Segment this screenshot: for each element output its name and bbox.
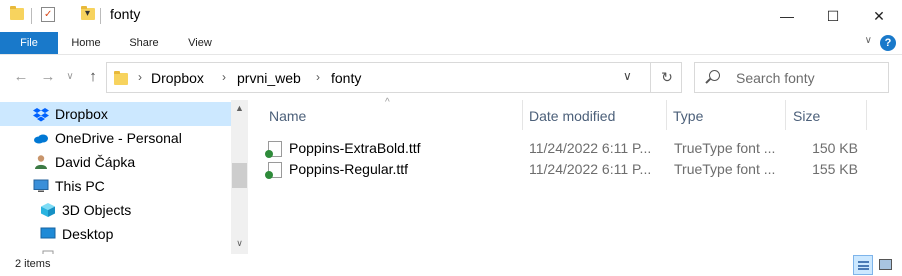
close-button[interactable]: ✕ xyxy=(856,0,902,32)
font-file-icon xyxy=(265,162,282,179)
tab-share[interactable]: Share xyxy=(120,32,168,54)
computer-icon xyxy=(33,178,49,194)
nav-scrollbar[interactable]: ▲ ∨ xyxy=(231,100,248,254)
search-box[interactable]: Search fonty xyxy=(694,62,889,93)
nav-item-3d-objects[interactable]: 3D Objects xyxy=(0,198,231,222)
nav-item-label: 3D Objects xyxy=(62,202,132,218)
onedrive-icon xyxy=(33,130,49,146)
column-divider[interactable] xyxy=(522,100,523,130)
breadcrumb-prvni-web[interactable]: prvni_web xyxy=(237,70,301,86)
item-count: 2 items xyxy=(15,258,51,270)
scroll-down-icon[interactable]: ∨ xyxy=(231,235,248,252)
navigation-pane: Dropbox OneDrive - Personal David Čápka … xyxy=(0,100,248,254)
breadcrumb-dropbox[interactable]: Dropbox xyxy=(151,70,204,86)
file-name[interactable]: Poppins-Regular.ttf xyxy=(289,161,408,177)
column-divider[interactable] xyxy=(866,100,867,130)
maximize-button[interactable]: ☐ xyxy=(810,0,856,32)
user-icon xyxy=(33,154,49,170)
ribbon: File Home Share View ∨ ? xyxy=(0,32,902,55)
breadcrumb-fonty[interactable]: fonty xyxy=(331,70,361,86)
scroll-thumb[interactable] xyxy=(232,163,247,188)
properties-icon[interactable]: ✓ xyxy=(41,7,55,22)
forward-button[interactable]: → xyxy=(38,66,58,88)
nav-item-this-pc[interactable]: This PC xyxy=(0,174,231,198)
desktop-icon xyxy=(40,226,56,242)
up-arrow-icon: ↑ xyxy=(89,68,97,85)
file-date: 11/24/2022 6:11 P... xyxy=(529,140,652,156)
chevron-down-icon: ▾ xyxy=(85,8,91,19)
table-row[interactable]: Poppins-Regular.ttf 11/24/2022 6:11 P...… xyxy=(264,160,884,180)
column-header-type[interactable]: Type xyxy=(673,108,703,124)
nav-item-partial[interactable] xyxy=(0,246,231,254)
refresh-button[interactable]: ↻ xyxy=(650,63,683,92)
search-icon xyxy=(709,70,720,81)
expand-ribbon-icon[interactable]: ∨ xyxy=(865,35,872,46)
dropbox-icon xyxy=(33,106,49,122)
sort-ascending-icon: ^ xyxy=(385,97,390,108)
chevron-down-icon: ∨ xyxy=(66,71,74,82)
up-button[interactable]: ↑ xyxy=(83,66,103,88)
nav-item-dropbox[interactable]: Dropbox xyxy=(0,102,231,126)
breadcrumb-separator: › xyxy=(138,70,142,84)
search-input[interactable]: Search fonty xyxy=(736,70,815,86)
file-name[interactable]: Poppins-ExtraBold.ttf xyxy=(289,140,421,156)
tab-home[interactable]: Home xyxy=(62,32,110,54)
folder-icon xyxy=(10,6,24,20)
column-divider[interactable] xyxy=(666,100,667,130)
address-bar[interactable]: › Dropbox › prvni_web › fonty ∨ ↻ xyxy=(106,62,682,93)
nav-item-label: OneDrive - Personal xyxy=(55,130,182,146)
details-view-icon xyxy=(858,261,869,270)
divider xyxy=(100,8,101,24)
cube-icon xyxy=(40,202,56,218)
folder-icon xyxy=(114,71,128,85)
status-bar: 2 items xyxy=(0,254,902,276)
refresh-icon: ↻ xyxy=(661,69,673,85)
font-file-icon xyxy=(265,141,282,158)
minimize-icon: — xyxy=(780,8,794,24)
forward-arrow-icon: → xyxy=(40,68,56,85)
nav-item-onedrive[interactable]: OneDrive - Personal xyxy=(0,126,231,150)
nav-item-user[interactable]: David Čápka xyxy=(0,150,231,174)
breadcrumb-separator: › xyxy=(222,70,226,84)
column-header-date[interactable]: Date modified xyxy=(529,108,615,124)
quick-access-dropdown[interactable]: ▾ xyxy=(85,8,90,19)
nav-item-label: David Čápka xyxy=(55,154,136,170)
minimize-button[interactable]: — xyxy=(764,0,810,32)
back-button[interactable]: ← xyxy=(11,66,31,88)
table-row[interactable]: Poppins-ExtraBold.ttf 11/24/2022 6:11 P.… xyxy=(264,139,884,159)
nav-item-label: Dropbox xyxy=(55,106,108,122)
large-icons-view-icon xyxy=(879,259,892,270)
address-dropdown-icon[interactable]: ∨ xyxy=(623,69,632,83)
file-list: ^ Name Date modified Type Size Poppins-E… xyxy=(248,97,902,254)
nav-item-label: This PC xyxy=(55,178,105,194)
divider xyxy=(31,8,32,24)
file-type: TrueType font ... xyxy=(674,161,776,177)
tab-view[interactable]: View xyxy=(177,32,223,54)
file-size: 150 KB xyxy=(812,140,858,156)
details-view-button[interactable] xyxy=(853,255,873,275)
nav-item-label: Desktop xyxy=(62,226,114,242)
breadcrumb-separator: › xyxy=(316,70,320,84)
help-icon[interactable]: ? xyxy=(880,35,896,51)
scroll-up-icon[interactable]: ▲ xyxy=(231,100,248,117)
nav-item-desktop[interactable]: Desktop xyxy=(0,222,231,246)
column-header-size[interactable]: Size xyxy=(793,108,820,124)
large-icons-view-button[interactable] xyxy=(876,255,896,275)
recent-locations-button[interactable]: ∨ xyxy=(63,66,77,88)
title-bar: ✓ ▾ fonty — ☐ ✕ xyxy=(0,0,902,32)
file-type: TrueType font ... xyxy=(674,140,776,156)
maximize-icon: ☐ xyxy=(826,7,840,24)
window-title: fonty xyxy=(110,6,141,22)
back-arrow-icon: ← xyxy=(13,68,29,85)
column-header-name[interactable]: Name xyxy=(269,108,306,124)
tab-file[interactable]: File xyxy=(0,32,58,54)
close-icon: ✕ xyxy=(873,7,885,24)
navigation-bar: ← → ∨ ↑ › Dropbox › prvni_web › fonty ∨ … xyxy=(0,55,902,100)
column-divider[interactable] xyxy=(785,100,786,130)
file-size: 155 KB xyxy=(812,161,858,177)
file-date: 11/24/2022 6:11 P... xyxy=(529,161,652,177)
